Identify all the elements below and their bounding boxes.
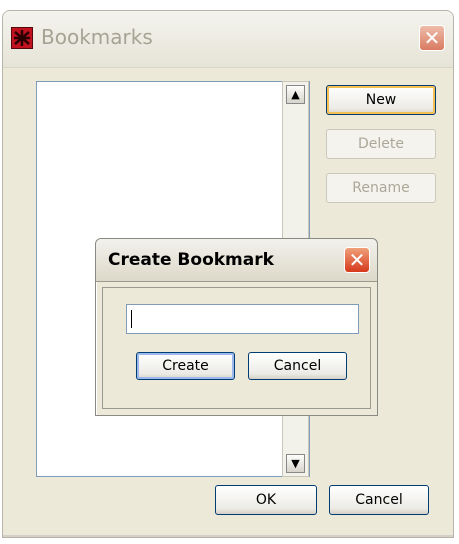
dialog-body: Create Cancel	[102, 287, 371, 409]
close-icon[interactable]: ✕	[344, 247, 370, 273]
delete-button[interactable]: Delete	[326, 129, 436, 159]
dialog-cancel-button[interactable]: Cancel	[248, 352, 347, 380]
dialog-title: Create Bookmark	[108, 250, 274, 270]
text-caret	[131, 310, 132, 328]
window-title: Bookmarks	[41, 25, 153, 49]
create-bookmark-titlebar[interactable]: Create Bookmark ✕	[96, 239, 377, 282]
window-bottom-edge	[3, 535, 453, 537]
close-icon[interactable]: ✕	[419, 25, 445, 51]
ok-button[interactable]: OK	[215, 485, 317, 515]
bookmarks-titlebar[interactable]: Bookmarks ✕	[3, 11, 453, 68]
create-button[interactable]: Create	[136, 352, 235, 380]
rename-button[interactable]: Rename	[326, 173, 436, 203]
bookmark-name-input[interactable]	[126, 304, 359, 334]
new-button[interactable]: New	[326, 85, 436, 115]
bookmarks-app-icon	[11, 27, 33, 49]
scroll-down-arrow[interactable]: ▼	[286, 454, 305, 473]
create-bookmark-dialog: Create Bookmark ✕ Create Cancel	[95, 238, 378, 416]
cancel-button[interactable]: Cancel	[329, 485, 429, 515]
scroll-up-arrow[interactable]: ▲	[286, 85, 305, 104]
